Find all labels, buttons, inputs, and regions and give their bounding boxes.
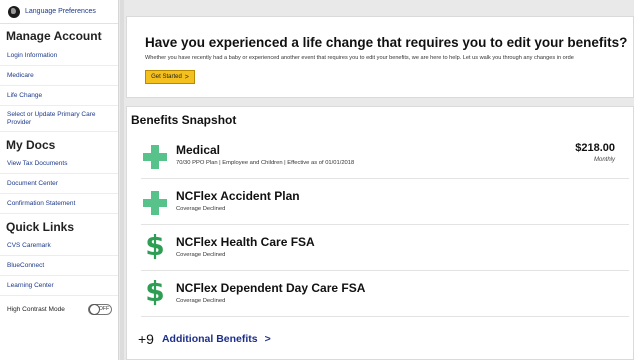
benefit-name: Medical [176,143,221,157]
quick-links-heading: Quick Links [6,220,75,234]
additional-benefits-link[interactable]: Additional Benefits > [162,333,271,345]
dollar-sign-icon: $ [145,229,165,262]
language-preferences-label: Language Preferences [25,8,96,15]
manage-account-heading: Manage Account [6,29,102,43]
sidebar-scrollbar[interactable] [120,0,124,360]
benefit-detail: Coverage Declined [176,206,226,212]
benefits-snapshot-panel: Benefits Snapshot Medical 70/30 PPO Plan… [126,106,634,360]
medical-cross-icon [143,145,167,169]
sidebar-item-document-center[interactable]: Document Center [0,174,118,194]
language-preferences-link[interactable]: Language Preferences [0,0,118,24]
additional-benefits-label: Additional Benefits [161,333,258,345]
globe-icon [8,5,20,18]
benefit-name: NCFlex Health Care FSA [176,235,315,249]
my-docs-heading: My Docs [6,138,56,152]
banner-subtitle: Whether you have recently had a baby or … [145,55,574,61]
chevron-right-icon: > [184,73,189,81]
sidebar-item-login-information[interactable]: Login Information [0,46,118,66]
sidebar-item-life-change[interactable]: Life Change [0,86,118,106]
benefit-detail: 70/30 PPO Plan | Employee and Children |… [176,160,355,166]
sidebar-item-learning-center[interactable]: Learning Center [0,276,118,296]
benefit-row-health-care-fsa[interactable]: $ NCFlex Health Care FSA Coverage Declin… [141,225,629,271]
benefit-row-medical[interactable]: Medical 70/30 PPO Plan | Employee and Ch… [141,133,629,179]
banner-title: Have you experienced a life change that … [145,35,628,50]
medical-cross-icon [143,191,167,215]
dollar-sign-icon: $ [145,275,165,308]
benefit-detail: Coverage Declined [176,252,226,258]
benefits-snapshot-title: Benefits Snapshot [131,113,237,127]
high-contrast-label: High Contrast Mode [7,305,65,313]
sidebar-item-primary-care-provider[interactable]: Select or Update Primary Care Provider [0,106,118,132]
sidebar-item-view-tax-documents[interactable]: View Tax Documents [0,154,118,174]
get-started-label: Get Started [151,74,182,80]
life-change-banner: Have you experienced a life change that … [126,16,634,98]
high-contrast-row: High Contrast Mode OFF [0,296,118,322]
benefit-name: NCFlex Dependent Day Care FSA [176,281,366,295]
additional-benefits-count: +9 [138,331,154,347]
benefit-period: Monthly [593,157,615,163]
sidebar-item-cvs-caremark[interactable]: CVS Caremark [0,236,118,256]
benefit-name: NCFlex Accident Plan [176,189,300,203]
toggle-state: OFF [99,306,109,312]
high-contrast-toggle[interactable]: OFF [88,303,112,315]
get-started-button[interactable]: Get Started > [145,70,195,84]
sidebar: Language Preferences Manage Account Logi… [0,0,119,360]
chevron-right-icon: > [264,333,271,345]
sidebar-item-medicare[interactable]: Medicare [0,66,118,86]
additional-benefits: +9 Additional Benefits > [138,331,271,347]
sidebar-item-blueconnect[interactable]: BlueConnect [0,256,118,276]
benefit-amount: $218.00 [575,142,615,154]
benefit-detail: Coverage Declined [176,298,226,304]
toggle-knob [89,303,100,315]
benefit-row-accident-plan[interactable]: NCFlex Accident Plan Coverage Declined [141,179,629,225]
benefit-row-dependent-care-fsa[interactable]: $ NCFlex Dependent Day Care FSA Coverage… [141,271,629,317]
sidebar-item-confirmation-statement[interactable]: Confirmation Statement [0,194,118,214]
